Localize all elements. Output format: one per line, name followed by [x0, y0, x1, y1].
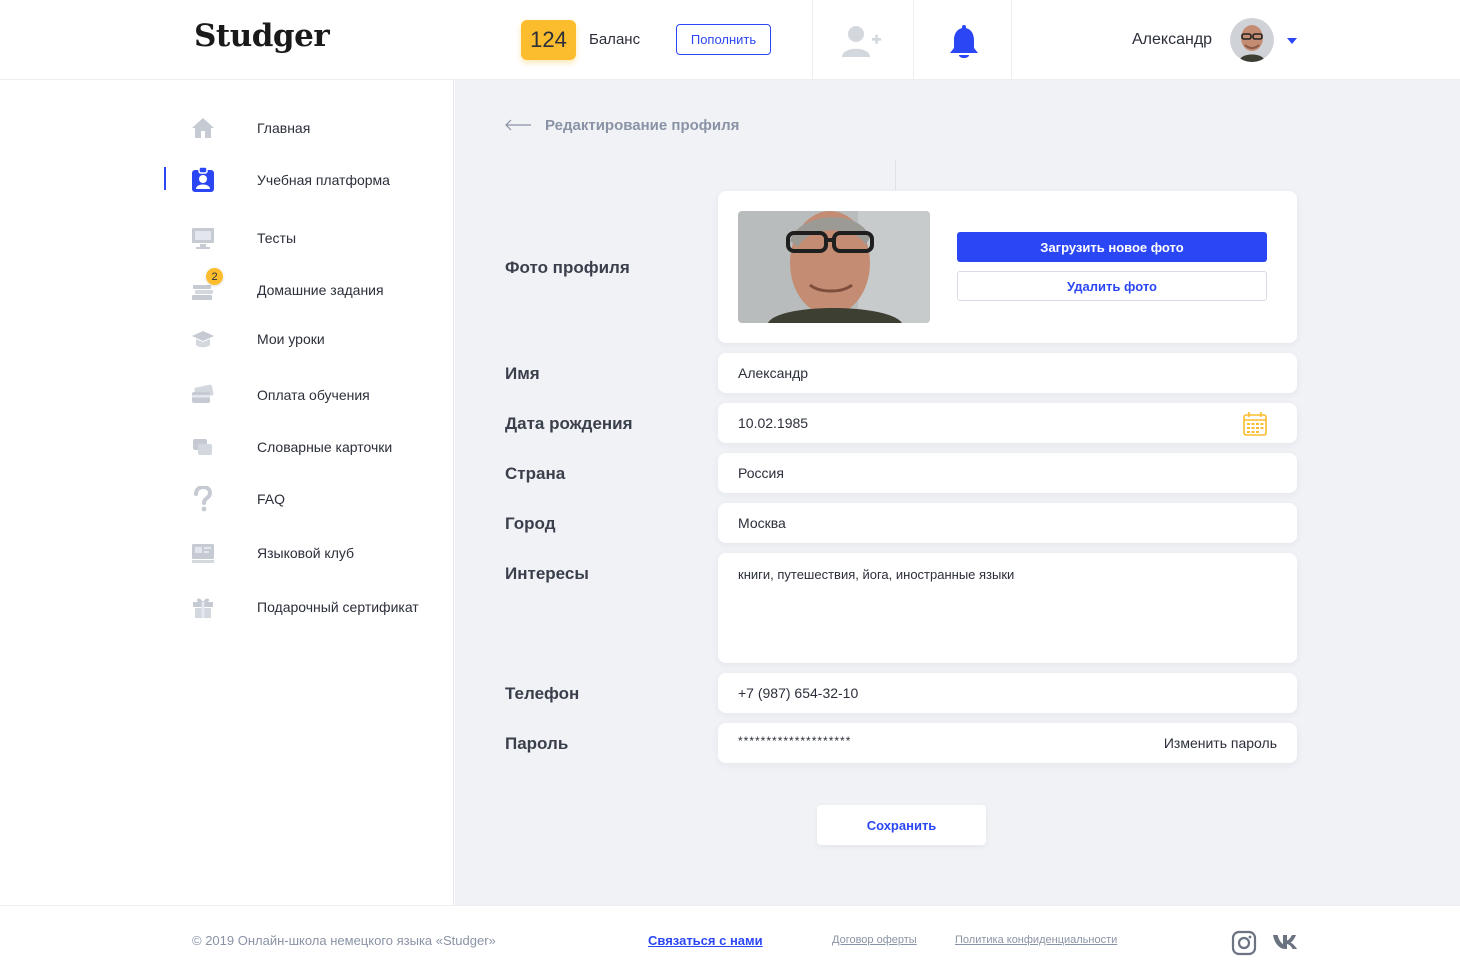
divider — [895, 160, 896, 190]
header-divider — [1011, 0, 1012, 80]
name-value[interactable]: Александр — [738, 365, 808, 381]
country-label: Страна — [505, 464, 566, 483]
offer-agreement-link[interactable]: Договор оферты — [832, 934, 917, 946]
homework-count-badge: 2 — [206, 268, 223, 285]
gift-icon — [190, 594, 216, 620]
sidebar-item-label: Главная — [257, 120, 311, 136]
calendar-icon[interactable] — [1243, 412, 1267, 436]
add-user-icon[interactable] — [840, 24, 884, 58]
header-divider — [913, 0, 914, 80]
sidebar-item-label: Мои уроки — [257, 331, 325, 347]
country-field[interactable]: Россия — [718, 453, 1297, 493]
sidebar-item-faq[interactable]: FAQ — [190, 484, 450, 514]
header-divider — [812, 0, 813, 80]
user-menu-chevron-down-icon[interactable] — [1287, 38, 1297, 44]
password-field[interactable]: ******************** Изменить пароль — [718, 723, 1297, 763]
privacy-policy-link[interactable]: Политика конфиденциальности — [955, 934, 1117, 946]
password-label: Пароль — [505, 734, 569, 753]
sidebar-item-tests[interactable]: Тесты — [190, 223, 450, 253]
profile-photo — [738, 211, 930, 323]
sidebar-item-label: Словарные карточки — [257, 439, 393, 455]
birth-date-value[interactable]: 10.02.1985 — [738, 415, 808, 431]
city-value[interactable]: Москва — [738, 515, 786, 531]
password-value[interactable]: ******************** — [738, 734, 851, 748]
sidebar-item-label: Учебная платформа — [257, 172, 390, 188]
contact-link[interactable]: Связаться с нами — [648, 933, 763, 948]
books-icon: 2 — [190, 268, 223, 303]
id-badge-icon — [190, 167, 216, 193]
back-arrow-icon[interactable] — [504, 116, 532, 134]
city-field[interactable]: Москва — [718, 503, 1297, 543]
sidebar-item-language-club[interactable]: Языковой клуб — [190, 538, 450, 568]
footer: © 2019 Онлайн-школа немецкого языка «Stu… — [0, 905, 1460, 975]
topup-button[interactable]: Пополнить — [676, 24, 771, 55]
interests-value[interactable]: книги, путешествия, йога, иностранные яз… — [738, 567, 1014, 582]
sidebar-item-my-lessons[interactable]: Мои уроки — [190, 324, 450, 354]
bell-icon[interactable] — [947, 25, 981, 61]
name-field[interactable]: Александр — [718, 353, 1297, 393]
change-password-link[interactable]: Изменить пароль — [1164, 735, 1277, 751]
phone-value[interactable]: +7 (987) 654-32-10 — [738, 685, 858, 701]
sidebar-item-word-cards[interactable]: Словарные карточки — [190, 432, 450, 462]
photo-label: Фото профиля — [505, 258, 630, 277]
sidebar-item-homework[interactable]: 2 Домашние задания — [190, 268, 450, 305]
copyright: © 2019 Онлайн-школа немецкого языка «Stu… — [192, 933, 496, 948]
instagram-icon[interactable] — [1231, 930, 1257, 956]
birth-date-label: Дата рождения — [505, 414, 633, 433]
birth-date-field[interactable]: 10.02.1985 — [718, 403, 1297, 443]
sidebar-item-home[interactable]: Главная — [190, 113, 450, 143]
credit-card-icon — [190, 382, 216, 408]
graduation-cap-icon — [190, 326, 216, 352]
photo-card: Загрузить новое фото Удалить фото — [718, 191, 1297, 343]
logo[interactable]: Studger — [194, 18, 330, 54]
name-label: Имя — [505, 364, 540, 383]
cards-icon — [190, 434, 216, 460]
home-icon — [190, 115, 216, 141]
sidebar-item-label: Оплата обучения — [257, 387, 370, 403]
sidebar-item-label: FAQ — [257, 491, 286, 507]
interests-textarea[interactable]: книги, путешествия, йога, иностранные яз… — [718, 553, 1297, 663]
sidebar-item-label: Тесты — [257, 230, 297, 246]
active-nav-indicator — [164, 167, 166, 190]
country-value[interactable]: Россия — [738, 465, 784, 481]
sidebar-item-label: Домашние задания — [257, 282, 384, 298]
question-icon — [190, 486, 216, 512]
city-label: Город — [505, 514, 556, 533]
upload-photo-button[interactable]: Загрузить новое фото — [957, 232, 1267, 262]
balance-value-badge: 124 — [521, 20, 576, 60]
phone-label: Телефон — [505, 684, 580, 703]
avatar[interactable] — [1230, 18, 1274, 62]
sidebar-item-learning-platform[interactable]: Учебная платформа — [190, 165, 450, 195]
interests-label: Интересы — [505, 564, 589, 583]
phone-field[interactable]: +7 (987) 654-32-10 — [718, 673, 1297, 713]
vk-icon[interactable] — [1272, 933, 1300, 951]
monitor-icon — [190, 225, 216, 251]
balance-label: Баланс — [589, 31, 641, 48]
sidebar-item-label: Языковой клуб — [257, 545, 355, 561]
club-icon — [190, 540, 216, 566]
page-title: Редактирование профиля — [545, 117, 740, 134]
top-header: Studger 124 Баланс Пополнить Александр — [0, 0, 1460, 80]
sidebar-item-gift-certificate[interactable]: Подарочный сертификат — [190, 592, 450, 622]
sidebar-item-label: Подарочный сертификат — [257, 599, 419, 615]
user-name[interactable]: Александр — [1132, 31, 1212, 49]
delete-photo-button[interactable]: Удалить фото — [957, 271, 1267, 301]
sidebar-item-payment[interactable]: Оплата обучения — [190, 380, 450, 410]
save-button[interactable]: Сохранить — [817, 805, 986, 845]
